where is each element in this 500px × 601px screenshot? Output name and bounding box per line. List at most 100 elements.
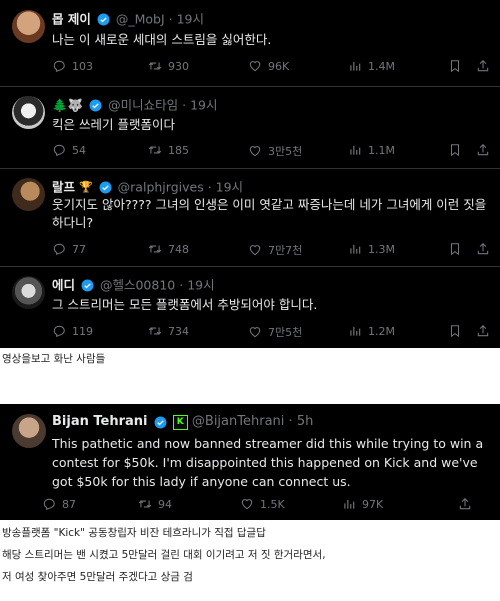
separator-dot: ·	[288, 414, 293, 429]
reply-button[interactable]: 87	[42, 497, 76, 511]
timestamp[interactable]: 19시	[177, 12, 204, 27]
bookmark-icon[interactable]	[448, 324, 462, 338]
like-count: 3만5천	[268, 145, 303, 158]
separator-dot: ·	[182, 97, 187, 113]
reply-count: 77	[72, 242, 86, 256]
like-count: 1.5K	[260, 497, 285, 511]
timestamp[interactable]: 5h	[297, 414, 314, 429]
handle[interactable]: @ralphjrgives	[118, 180, 204, 195]
reply-icon	[52, 324, 66, 338]
handle[interactable]: @BijanTehrani	[192, 414, 284, 429]
bookmark-icon[interactable]	[448, 242, 462, 256]
reply-button[interactable]: 103	[52, 59, 93, 73]
retweet-button[interactable]: 94	[138, 497, 172, 511]
handle[interactable]: @헬스00810	[100, 278, 175, 293]
avatar[interactable]	[12, 414, 46, 448]
bookmark-icon[interactable]	[448, 143, 462, 157]
views-count: 97K	[362, 497, 384, 511]
like-button[interactable]: 7만7천	[248, 242, 302, 258]
tweet[interactable]: 몹 제이 @_MobJ · 19시 나는 이 새로운 세대의 스트림을 싫어한다…	[0, 0, 500, 87]
heart-icon	[240, 497, 254, 511]
share-icon[interactable]	[476, 324, 490, 338]
reply-icon	[52, 242, 66, 256]
handle[interactable]: @미니쇼타임	[108, 98, 178, 113]
timestamp[interactable]: 19시	[190, 98, 217, 113]
display-name[interactable]: 에디	[52, 278, 75, 293]
share-icon[interactable]	[476, 59, 490, 73]
views-count: 1.4M	[368, 59, 395, 73]
retweet-icon	[148, 143, 162, 157]
views-button[interactable]: 97K	[342, 497, 383, 511]
heart-icon	[248, 243, 262, 257]
action-bar: 103 930 96K 1.4M	[52, 59, 490, 75]
reply-button[interactable]: 77	[52, 242, 86, 256]
like-button[interactable]: 96K	[248, 59, 289, 73]
tweet-text: 그 스트리머는 모든 플랫폼에서 추방되어야 합니다.	[52, 297, 318, 312]
timestamp[interactable]: 19시	[187, 278, 214, 293]
share-icon[interactable]	[458, 497, 472, 511]
verified-badge-icon	[89, 99, 102, 112]
like-button[interactable]: 1.5K	[240, 497, 285, 511]
reply-button[interactable]: 54	[52, 143, 86, 157]
views-count: 1.3M	[368, 242, 395, 256]
views-icon	[342, 497, 356, 511]
tweet-header: 몹 제이 @_MobJ · 19시	[52, 10, 204, 28]
tweet-header: 랄프 🏆 @ralphjrgives · 19시	[52, 178, 243, 196]
action-bar: 54 185 3만5천 1.1M	[52, 143, 490, 159]
views-icon	[348, 242, 362, 256]
verified-badge-icon	[81, 279, 94, 292]
action-bar: 87 94 1.5K 97K	[52, 497, 490, 513]
views-button[interactable]: 1.3M	[348, 242, 395, 256]
tweet[interactable]: 🌲🐺 @미니쇼타임 · 19시 킥은 쓰레기 플랫폼이다 54 185 3만5천…	[0, 86, 500, 169]
retweet-count: 930	[168, 59, 189, 73]
verified-badge-icon	[99, 181, 112, 194]
like-count: 7만5천	[268, 326, 303, 339]
trophy-emoji-icon: 🏆	[79, 180, 93, 194]
reply-count: 103	[72, 59, 93, 73]
timestamp[interactable]: 19시	[216, 180, 243, 195]
avatar[interactable]	[12, 96, 45, 129]
share-icon[interactable]	[476, 143, 490, 157]
like-button[interactable]: 7만5천	[248, 324, 302, 340]
retweet-count: 748	[168, 242, 189, 256]
tweet[interactable]: 랄프 🏆 @ralphjrgives · 19시 웃기지도 않아???? 그녀의…	[0, 168, 500, 267]
handle[interactable]: @_MobJ	[116, 12, 165, 27]
caption-angry-reactions: 영상을보고 화난 사람들	[2, 353, 106, 365]
views-button[interactable]: 1.2M	[348, 324, 395, 338]
tweet[interactable]: 에디 @헬스00810 · 19시 그 스트리머는 모든 플랫폼에서 추방되어야…	[0, 266, 500, 348]
heart-icon	[248, 59, 262, 73]
reply-button[interactable]: 119	[52, 324, 93, 338]
tweet-text: 킥은 쓰레기 플랫폼이다	[52, 117, 175, 132]
display-name[interactable]: 몹 제이	[52, 12, 91, 27]
views-icon	[348, 59, 362, 73]
bookmark-icon[interactable]	[448, 59, 462, 73]
views-count: 1.1M	[368, 143, 395, 157]
views-button[interactable]: 1.4M	[348, 59, 395, 73]
separator-dot: ·	[207, 179, 212, 195]
retweet-button[interactable]: 734	[148, 324, 189, 338]
views-button[interactable]: 1.1M	[348, 143, 395, 157]
reply-count: 87	[62, 497, 76, 511]
action-bar: 119 734 7만5천 1.2M	[52, 324, 490, 340]
action-bar: 77 748 7만7천 1.3M	[52, 242, 490, 258]
display-name[interactable]: 🌲🐺	[52, 98, 83, 113]
display-name[interactable]: 랄프	[52, 180, 75, 195]
retweet-count: 94	[158, 497, 172, 511]
retweet-count: 185	[168, 143, 189, 157]
retweet-count: 734	[168, 324, 189, 338]
retweet-button[interactable]: 185	[148, 143, 189, 157]
tweet-text: 웃기지도 않아???? 그녀의 인생은 이미 엿같고 짜증나는데 네가 그녀에게…	[52, 197, 487, 230]
share-icon[interactable]	[476, 242, 490, 256]
like-button[interactable]: 3만5천	[248, 143, 302, 159]
retweet-button[interactable]: 748	[148, 242, 189, 256]
reply-icon	[52, 59, 66, 73]
avatar[interactable]	[12, 276, 45, 309]
avatar[interactable]	[12, 178, 45, 211]
reply-count: 119	[72, 324, 93, 338]
tweet-header: Bijan Tehrani K @BijanTehrani · 5h	[52, 413, 313, 431]
avatar[interactable]	[12, 10, 45, 43]
heart-icon	[248, 325, 262, 339]
retweet-button[interactable]: 930	[148, 59, 189, 73]
display-name[interactable]: Bijan Tehrani	[52, 414, 147, 429]
tweet[interactable]: Bijan Tehrani K @BijanTehrani · 5h This …	[0, 404, 500, 520]
